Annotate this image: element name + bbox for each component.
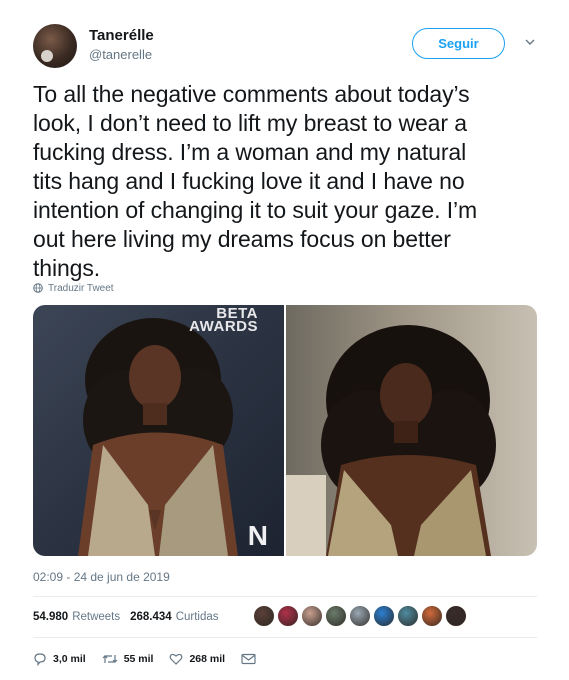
liker-avatar[interactable] [421, 605, 443, 627]
liker-avatar[interactable] [325, 605, 347, 627]
envelope-icon [241, 653, 256, 665]
retweet-button[interactable]: 55 mil [102, 652, 154, 666]
likes-count[interactable]: 268.434 [130, 611, 172, 623]
like-count: 268 mil [189, 653, 226, 665]
author-avatar[interactable] [33, 24, 77, 68]
photo-right-illustration [286, 325, 496, 556]
tweet-stats: 54.980 Retweets 268.434 Curtidas [33, 609, 229, 625]
tweet-media: BETA AWARDS N [33, 305, 537, 556]
backdrop-text: BETA AWARDS [189, 305, 258, 335]
liker-avatar[interactable] [301, 605, 323, 627]
tweet-text: To all the negative comments about today… [33, 81, 478, 281]
divider-top [33, 596, 537, 597]
retweets-label[interactable]: Retweets [72, 611, 120, 623]
liker-avatar[interactable] [349, 605, 371, 627]
like-button[interactable]: 268 mil [169, 652, 225, 666]
retweets-count[interactable]: 54.980 [33, 611, 68, 623]
tweet-header: Tanerélle @tanerelle Seguir [33, 24, 543, 68]
liker-avatar[interactable] [397, 605, 419, 627]
translate-tweet-link[interactable]: Traduzir Tweet [33, 281, 114, 295]
liker-avatar[interactable] [253, 605, 275, 627]
photo-red-carpet[interactable]: BETA AWARDS N [33, 305, 284, 556]
chevron-down-icon[interactable] [523, 35, 537, 49]
reply-button[interactable]: 3,0 mil [33, 652, 86, 666]
follow-button[interactable]: Seguir [412, 28, 505, 59]
reply-icon [34, 653, 46, 666]
divider-bottom [33, 637, 537, 638]
reply-count: 3,0 mil [53, 653, 86, 665]
tweet-actions: 3,0 mil 55 mil 268 mil [33, 651, 278, 667]
photo-portrait[interactable] [286, 305, 537, 556]
photo-left-illustration [78, 318, 238, 556]
author-name[interactable]: Tanerélle [89, 27, 154, 44]
backdrop-letter: N [247, 520, 268, 551]
liker-avatars [253, 605, 469, 627]
retweet-icon [102, 655, 118, 663]
retweet-count: 55 mil [123, 653, 154, 665]
likes-label[interactable]: Curtidas [176, 611, 219, 623]
globe-icon [33, 283, 43, 293]
liker-avatar[interactable] [373, 605, 395, 627]
translate-label: Traduzir Tweet [48, 282, 114, 294]
liker-avatar[interactable] [445, 605, 467, 627]
tweet-timestamp[interactable]: 02:09 - 24 de jun de 2019 [33, 570, 170, 584]
author-handle[interactable]: @tanerelle [89, 47, 152, 62]
heart-icon [170, 653, 183, 665]
liker-avatar[interactable] [277, 605, 299, 627]
direct-message-button[interactable] [241, 653, 262, 665]
